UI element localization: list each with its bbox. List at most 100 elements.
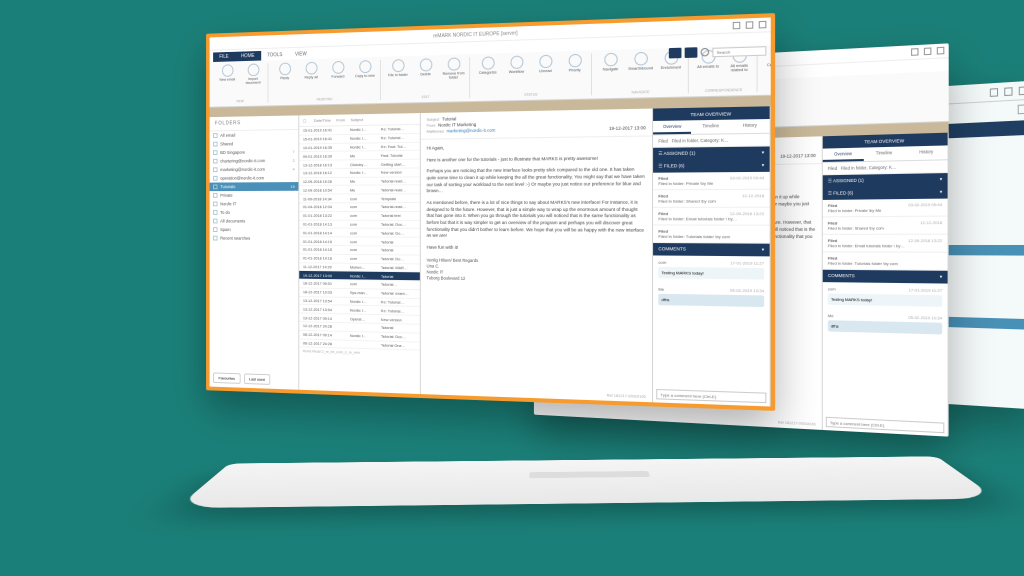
folder-recent-searches[interactable]: Recent searches xyxy=(210,234,299,243)
ribbon-group-label: CORRESPONDENCE xyxy=(694,88,753,94)
comment-input[interactable] xyxy=(826,417,945,433)
nav-fwd-icon[interactable] xyxy=(685,47,698,58)
folder-icon xyxy=(213,219,217,224)
filed-item[interactable]: Filed03-02-2019 09:44Filed in folder: Pr… xyxy=(653,172,770,190)
laptop-base xyxy=(176,456,996,508)
last-used-button[interactable]: Last used xyxy=(244,373,270,384)
ribbon-priority-button[interactable]: Priority xyxy=(562,54,588,73)
ribbon-group-label: CLIPBOARD xyxy=(763,86,775,92)
ribbon-group-label: STATUS xyxy=(475,91,588,98)
folder-spam[interactable]: Spam xyxy=(210,225,299,234)
tab-tools[interactable]: TOOLS xyxy=(261,50,289,60)
reading-body: Hi Again, Here is another one for the tu… xyxy=(421,137,652,379)
ribbon-new-email-button[interactable]: New email xyxy=(216,64,239,86)
nav-back-icon[interactable] xyxy=(669,48,682,59)
reading-mailbox-link[interactable]: marketing@nordic-it.com xyxy=(446,128,495,134)
filed-item[interactable]: Filed12-09-2018 13:22Filed in folder: Em… xyxy=(653,208,770,226)
message-row[interactable]: 11-09-2018 14:34comTemplate xyxy=(299,194,420,203)
window-controls[interactable] xyxy=(733,21,767,30)
folder-private[interactable]: Private xyxy=(210,191,299,200)
col-subject[interactable]: Subject xyxy=(351,117,363,122)
reading-subject: Tutorial xyxy=(442,116,456,121)
folder-icon xyxy=(213,159,217,164)
minimize-icon[interactable] xyxy=(733,22,741,30)
message-row[interactable]: 12-09-2018 10:54MeTutorial-read… xyxy=(299,186,420,195)
reading-date: 19-12-2017 13:00 xyxy=(609,125,646,131)
filed-item[interactable]: Filed03-02-2019 09:44Filed in folder: Pr… xyxy=(823,199,948,218)
ribbon-categorize-button[interactable]: Categorize xyxy=(475,56,501,75)
ribbon-import-document-button[interactable]: Import document xyxy=(241,63,264,85)
filed-item[interactable]: Filed12-12-2018Filed in folder: Shared \… xyxy=(653,190,770,208)
message-row[interactable]: 01-01-2018 13:22comTutorial text xyxy=(299,212,420,221)
ribbon-forward-button[interactable]: Forward xyxy=(326,61,350,79)
team-tab-history[interactable]: History xyxy=(730,119,769,133)
comment-input[interactable] xyxy=(656,389,766,403)
folder-icon xyxy=(213,176,217,181)
team-panel: TEAM OVERVIEWOverviewTimelineHistoryFile… xyxy=(653,106,771,406)
ribbon-group-label: EDIT xyxy=(386,94,467,100)
filed-item[interactable]: Filed12-12-2018Filed in folder: Shared \… xyxy=(823,217,948,235)
reading-from: Nordic IT Marketing xyxy=(438,122,476,128)
ribbon-reply-button[interactable]: Reply xyxy=(273,62,297,80)
ribbon-file-in-folder-button[interactable]: File in folder xyxy=(386,59,411,82)
ribbon-navigate-button[interactable]: Navigate xyxy=(597,53,624,72)
filed-section[interactable]: ☰ FILED (6)▾ xyxy=(653,159,770,173)
favourites-button[interactable]: Favourites xyxy=(213,372,240,383)
ribbon-icon xyxy=(332,61,344,74)
message-row[interactable]: 01-04-2018 12:04comTutorial-read… xyxy=(299,203,420,212)
ribbon-icon xyxy=(247,63,259,76)
team-tab-timeline[interactable]: Timeline xyxy=(691,120,730,134)
ribbon-group-label: NAVIGATE xyxy=(597,89,685,95)
tab-home[interactable]: HOME xyxy=(235,51,261,61)
ribbon-icon xyxy=(392,59,404,72)
col-from[interactable]: From xyxy=(336,117,345,122)
folder-nordic-it[interactable]: Nordic IT xyxy=(210,199,299,208)
team-tab-overview[interactable]: Overview xyxy=(653,120,691,134)
folder-icon xyxy=(213,167,217,172)
team-tab-timeline[interactable]: Timeline xyxy=(863,147,905,162)
ribbon-group-label: NEW xyxy=(216,99,265,104)
ribbon-unread-button[interactable]: Unread xyxy=(532,54,558,73)
message-list: ▢ Date/Time From Subject 15-01-2019 16:4… xyxy=(299,113,421,394)
search-icon[interactable] xyxy=(701,48,710,57)
folders-header: FOLDERS xyxy=(210,115,299,131)
window-title: reMARK NORDIC IT EUROPE [server] xyxy=(433,30,517,39)
folder-to-do[interactable]: To do xyxy=(210,208,299,217)
comment-item: com17-01-2019 11:27Testing MARKS today! xyxy=(823,282,948,311)
message-row[interactable]: 01-01-2018 14:13comTutorial: Doc… xyxy=(299,220,420,229)
ribbon-workflow-button[interactable]: Workflow xyxy=(504,55,530,74)
tab-file[interactable]: FILE xyxy=(213,52,235,62)
ribbon-icon xyxy=(305,62,317,75)
close-icon[interactable] xyxy=(759,21,767,29)
assigned-section[interactable]: ☰ ASSIGNED (1)▾ xyxy=(653,146,770,160)
folder-icon xyxy=(213,202,217,207)
ribbon-remove-from-folder-button[interactable]: Remove from folder xyxy=(441,57,466,80)
ribbon-icon xyxy=(604,53,617,67)
ribbon-icon xyxy=(539,55,552,69)
folders-panel: FOLDERS All emailSharedBD Singapore7char… xyxy=(210,115,300,389)
maximize-icon[interactable] xyxy=(746,21,754,29)
reference-id: Ref 181217-0001#106 xyxy=(607,394,646,399)
folder-icon xyxy=(213,193,217,198)
ribbon-smartinbound-button[interactable]: SmartInbound xyxy=(627,52,654,72)
folder-icon xyxy=(213,184,217,189)
comment-item: Me05-02-2019 10:34dfhs xyxy=(653,282,770,311)
filed-item[interactable]: Filed12-09-2018 13:22Filed in folder: Em… xyxy=(823,235,948,253)
window-controls[interactable] xyxy=(911,47,944,56)
team-tab-history[interactable]: History xyxy=(905,145,948,160)
ribbon-copy-to-new-button[interactable]: Copy to new xyxy=(353,60,377,78)
tab-view[interactable]: VIEW xyxy=(289,49,313,59)
filed-item[interactable]: FiledFiled in folder: Tutorials folder \… xyxy=(823,252,948,270)
folder-tutorials[interactable]: Tutorials19 xyxy=(210,182,299,191)
ribbon-delete-button[interactable]: Delete xyxy=(413,58,438,81)
filed-item[interactable]: FiledFiled in folder: Tutorials folder \… xyxy=(653,225,770,243)
team-tab-overview[interactable]: Overview xyxy=(823,148,864,162)
ribbon-icon xyxy=(447,57,460,70)
ribbon-group-label: RESPOND xyxy=(273,96,377,102)
folder-all-documents[interactable]: All documents xyxy=(210,217,299,226)
search-input[interactable] xyxy=(712,46,766,57)
ribbon-icon xyxy=(279,63,291,76)
comments-section[interactable]: COMMENTS▾ xyxy=(653,243,770,256)
ribbon-reply-all-button[interactable]: Reply all xyxy=(299,62,323,80)
col-date[interactable]: Date/Time xyxy=(314,118,331,123)
